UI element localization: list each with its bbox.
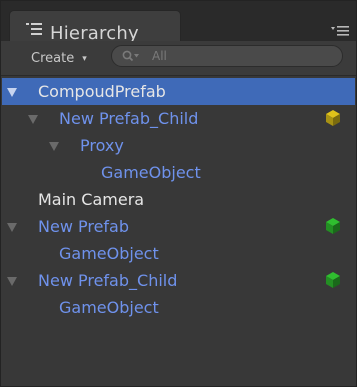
tab-hierarchy[interactable]: Hierarchy xyxy=(9,10,181,44)
green-cube-icon xyxy=(326,272,340,288)
create-label: Create xyxy=(31,51,75,66)
foldout-arrow-icon[interactable] xyxy=(7,223,17,232)
tree-item[interactable]: Proxy xyxy=(2,132,355,159)
tree-item[interactable]: New Prefab_Child xyxy=(2,267,355,294)
hierarchy-window: Hierarchy Create ▾ CompoudPrefab New Prefa… xyxy=(0,0,357,387)
tree-item[interactable]: GameObject xyxy=(2,159,355,186)
tree-item-label: New Prefab xyxy=(38,217,130,236)
foldout-arrow-icon[interactable] xyxy=(7,277,17,286)
tree-item-label: CompoudPrefab xyxy=(38,82,166,101)
tree-item[interactable]: GameObject xyxy=(2,294,355,321)
foldout-arrow-icon[interactable] xyxy=(28,115,38,124)
tree-item[interactable]: CompoudPrefab xyxy=(2,78,355,105)
foldout-arrow-icon[interactable] xyxy=(49,142,59,151)
tree-item[interactable]: New Prefab xyxy=(2,213,355,240)
tree-item-label: GameObject xyxy=(59,298,159,317)
tree-item-label: GameObject xyxy=(101,163,201,182)
chevron-down-icon: ▾ xyxy=(82,54,87,64)
panel-menu-icon[interactable] xyxy=(330,23,350,37)
foldout-arrow-icon[interactable] xyxy=(7,88,17,97)
tab-bar: Hierarchy xyxy=(1,1,356,44)
search-input[interactable] xyxy=(111,45,343,67)
tree-item-label: New Prefab_Child xyxy=(38,271,178,290)
tree-item-label: Main Camera xyxy=(38,190,145,209)
tree-item[interactable]: Main Camera xyxy=(2,186,355,213)
green-cube-icon xyxy=(326,218,340,234)
tree-item[interactable]: New Prefab_Child xyxy=(2,105,355,132)
tree-item-label: GameObject xyxy=(59,244,159,263)
yellow-cube-icon xyxy=(326,110,340,126)
tree-item-label: New Prefab_Child xyxy=(59,109,199,128)
tree-item-label: Proxy xyxy=(80,136,124,155)
create-dropdown-button[interactable]: Create ▾ xyxy=(31,50,87,68)
list-icon xyxy=(26,23,42,35)
tree-item[interactable]: GameObject xyxy=(2,240,355,267)
